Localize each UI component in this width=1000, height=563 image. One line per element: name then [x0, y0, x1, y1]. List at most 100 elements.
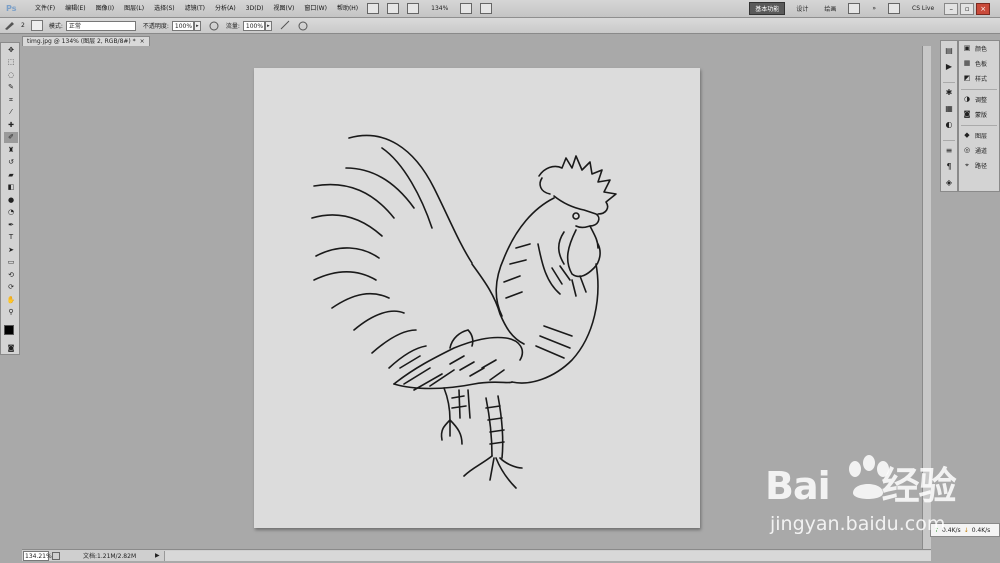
rooster-drawing: [311, 134, 617, 489]
brush-size[interactable]: 2: [21, 22, 25, 29]
clone-stamp-tool-icon[interactable]: ♜: [4, 145, 18, 156]
brush-tool-icon[interactable]: ✐: [4, 132, 18, 143]
menu-layer[interactable]: 图层(L): [119, 0, 149, 18]
gradient-tool-icon[interactable]: ◧: [4, 182, 18, 193]
quick-select-tool-icon[interactable]: ✎: [4, 82, 18, 93]
masks-panel-icon: ◙: [963, 110, 971, 118]
menu-3d[interactable]: 3D(D): [241, 0, 269, 18]
cs-live-button[interactable]: CS Live: [912, 5, 934, 12]
menu-filter[interactable]: 滤镜(T): [180, 0, 210, 18]
panel-styles[interactable]: ◩ 样式: [959, 71, 999, 86]
document-canvas[interactable]: [254, 68, 700, 528]
panel-paths-label: 路径: [975, 163, 988, 170]
panel-channels[interactable]: ◎ 通道: [959, 143, 999, 158]
foreground-color[interactable]: [4, 325, 14, 335]
history-panel-icon[interactable]: ▤: [943, 45, 955, 57]
marquee-tool-icon[interactable]: ⬚: [4, 57, 18, 68]
lasso-tool-icon[interactable]: ◌: [4, 70, 18, 81]
paragraph-panel-icon[interactable]: ¶: [943, 161, 955, 173]
panel-adjustments-label: 调整: [975, 97, 988, 104]
blur-tool-icon[interactable]: ●: [4, 195, 18, 206]
more-workspaces-button[interactable]: »: [867, 4, 881, 13]
status-info-icon[interactable]: [52, 551, 60, 560]
workspace-photography-icon[interactable]: [848, 3, 861, 14]
panel-paths[interactable]: ⌖ 路径: [959, 158, 999, 173]
history-brush-tool-icon[interactable]: ↺: [4, 157, 18, 168]
zoom-select[interactable]: 134%: [429, 5, 450, 12]
pressure-size-icon[interactable]: [297, 20, 309, 31]
brush-panel-icon[interactable]: ✱: [943, 87, 955, 99]
eraser-tool-icon[interactable]: ▰: [4, 170, 18, 181]
panel-swatches[interactable]: ▦ 色板: [959, 56, 999, 71]
flow-label: 流量:: [225, 23, 240, 30]
quick-mask-icon[interactable]: ◙: [4, 343, 18, 354]
minimize-button[interactable]: –: [944, 2, 959, 15]
pen-tool-icon[interactable]: ✒: [4, 220, 18, 231]
3d-rotate-tool-icon[interactable]: ⟲: [4, 270, 18, 281]
character-panel-icon[interactable]: ≡: [943, 145, 955, 157]
document-tab[interactable]: timg.jpg @ 134% (图层 2, RGB/8#) * ×: [22, 36, 150, 46]
mode-select[interactable]: 正常: [65, 20, 136, 31]
menu-file[interactable]: 文件(F): [30, 0, 60, 18]
panel-color-label: 颜色: [975, 46, 988, 53]
menu-window[interactable]: 窗口(W): [299, 0, 332, 18]
arrange-documents-icon[interactable]: [460, 3, 473, 14]
crop-tool-icon[interactable]: ⌗: [4, 95, 18, 106]
bridge-icon[interactable]: [367, 3, 380, 14]
opacity-field[interactable]: 100%: [171, 20, 194, 31]
type-tool-icon[interactable]: T: [4, 232, 18, 243]
mini-bridge-icon[interactable]: [387, 3, 400, 14]
clone-source-panel-icon[interactable]: ▦: [943, 103, 955, 115]
workspace-essentials-button[interactable]: 基本功能: [749, 2, 786, 15]
panel-adjustments[interactable]: ◑ 调整: [959, 92, 999, 107]
status-menu-arrow-icon[interactable]: ▶: [155, 552, 160, 559]
menu-select[interactable]: 选择(S): [149, 0, 180, 18]
screen-mode-icon[interactable]: [480, 3, 493, 14]
tools-panel: ✥ ⬚ ◌ ✎ ⌗ ⁄ ✚ ✐ ♜ ↺ ▰ ◧ ● ◔ ✒ T ➤ ▭ ⟲ ⟳ …: [0, 42, 20, 355]
view-extras-icon[interactable]: [407, 3, 420, 14]
flow-arrow-icon[interactable]: ▸: [264, 20, 272, 31]
menu-view[interactable]: 视图(V): [269, 0, 300, 18]
shape-tool-icon[interactable]: ▭: [4, 257, 18, 268]
eyedropper-tool-icon[interactable]: ⁄: [4, 107, 18, 118]
panel-dock-labels: ▣ 颜色 ▦ 色板 ◩ 样式 ◑ 调整 ◙ 蒙版 ◆ 图层 ◎ 通道 ⌖ 路径: [958, 40, 1000, 192]
workspace-design-button[interactable]: 设计: [791, 3, 813, 14]
3d-orbit-tool-icon[interactable]: ⟳: [4, 282, 18, 293]
adjustments-panel-icon: ◑: [963, 95, 971, 103]
panel-masks-label: 蒙版: [975, 112, 988, 119]
menu-image[interactable]: 图像(I): [91, 0, 119, 18]
panel-color[interactable]: ▣ 颜色: [959, 41, 999, 56]
path-select-tool-icon[interactable]: ➤: [4, 245, 18, 256]
panel-dock-collapsed: ▤ ▶ ✱ ▦ ◐ ≡ ¶ ◈: [940, 40, 958, 192]
restore-button[interactable]: ▫: [960, 2, 975, 15]
close-button[interactable]: ×: [976, 2, 991, 15]
zoom-tool-icon[interactable]: ⚲: [4, 307, 18, 318]
healing-brush-tool-icon[interactable]: ✚: [4, 120, 18, 131]
panel-layers[interactable]: ◆ 图层: [959, 128, 999, 143]
color-swatches[interactable]: [4, 325, 18, 339]
brush-tool-preset-icon[interactable]: [3, 20, 15, 31]
paw-icon: [849, 455, 889, 499]
menu-help[interactable]: 帮助(H): [332, 0, 363, 18]
workspace-menu-icon[interactable]: [888, 3, 901, 14]
flow-field[interactable]: 100%: [242, 20, 265, 31]
move-tool-icon[interactable]: ✥: [4, 45, 18, 56]
document-size: 文档:1.21M/2.82M: [83, 553, 137, 560]
workspace-painting-button[interactable]: 绘画: [819, 3, 841, 14]
panel-swatches-label: 色板: [975, 61, 988, 68]
brush-panel-icon[interactable]: [30, 20, 43, 31]
menu-analysis[interactable]: 分析(A): [210, 0, 241, 18]
panel-masks[interactable]: ◙ 蒙版: [959, 107, 999, 122]
info-panel-icon[interactable]: ◐: [943, 119, 955, 131]
actions-panel-icon[interactable]: ▶: [943, 61, 955, 73]
opacity-arrow-icon[interactable]: ▸: [193, 20, 201, 31]
3d-panel-icon[interactable]: ◈: [943, 177, 955, 189]
hand-tool-icon[interactable]: ✋: [4, 295, 18, 306]
menu-edit[interactable]: 编辑(E): [60, 0, 90, 18]
zoom-level-field[interactable]: 134.21%: [23, 550, 52, 561]
document-close-icon[interactable]: ×: [140, 37, 145, 46]
dodge-tool-icon[interactable]: ◔: [4, 207, 18, 218]
panel-layers-label: 图层: [975, 133, 988, 140]
pressure-opacity-icon[interactable]: [208, 20, 220, 31]
airbrush-icon[interactable]: [279, 20, 291, 31]
